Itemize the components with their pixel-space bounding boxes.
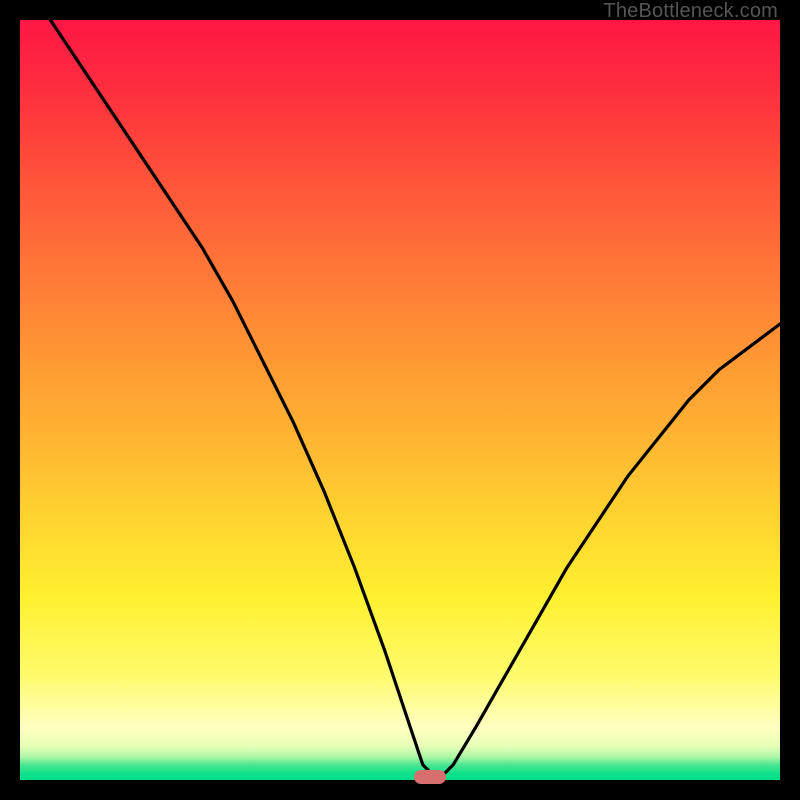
bottleneck-marker (414, 770, 446, 784)
bottleneck-curve (50, 20, 780, 780)
chart-stage: TheBottleneck.com (0, 0, 800, 800)
curve-layer (20, 20, 780, 780)
plot-area (20, 20, 780, 780)
watermark-text: TheBottleneck.com (603, 0, 778, 23)
